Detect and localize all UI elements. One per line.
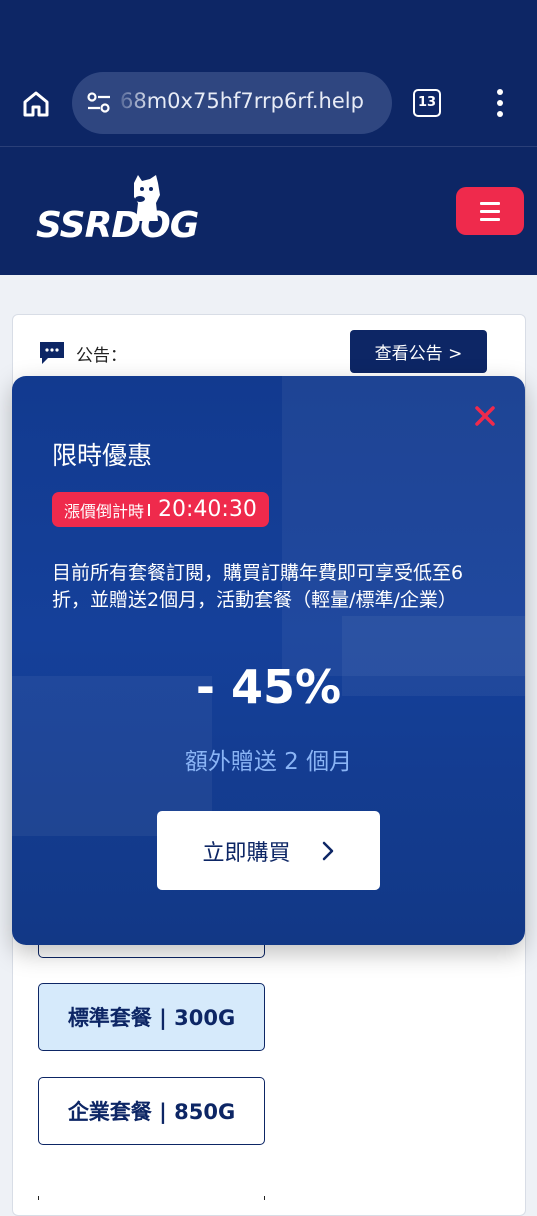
close-icon[interactable] [474,405,496,427]
notice-label: 公告： [76,346,127,366]
site-header: SSRDOG [0,146,537,275]
plan-button-standard[interactable]: 標準套餐 | 300G [38,983,265,1051]
countdown-label: 漲價倒計時 [64,501,145,521]
bonus-text: 額外贈送 2 個月 [184,749,353,775]
countdown-badge: 漲價倒計時 20:40:30 [52,492,269,527]
countdown-separator [148,503,151,516]
site-settings-icon[interactable] [86,91,112,115]
countdown-time: 20:40:30 [158,497,257,522]
tab-switcher-button[interactable]: 13 [413,89,441,117]
buy-now-label: 立即購買 [202,840,291,866]
buy-now-button[interactable]: 立即購買 [157,811,380,890]
promo-title: 限時優惠 [52,441,153,470]
discount-value: - 45% [195,660,342,714]
site-logo[interactable]: SSRDOG [36,173,216,249]
hamburger-menu-button[interactable] [456,187,524,235]
address-bar[interactable]: 68m0x75hf7rrp6rf.help [72,72,392,134]
divider [264,1196,265,1200]
chevron-right-icon [322,841,333,860]
browser-toolbar: 68m0x75hf7rrp6rf.help 13 [0,0,537,146]
menu-line [480,210,500,213]
more-options-icon[interactable] [492,88,508,118]
view-notice-button[interactable]: 查看公告 > [350,330,487,373]
divider [38,1196,39,1200]
promo-description: 目前所有套餐訂閱，購買訂購年費即可享受低至6折，並贈送2個月，活動套餐（輕量/標… [52,562,464,611]
plan-button-enterprise[interactable]: 企業套餐 | 850G [38,1077,265,1145]
logo-text: SSRDOG [36,205,199,246]
home-icon[interactable] [20,88,52,120]
url-text[interactable]: 68m0x75hf7rrp6rf.help [120,89,364,113]
url-fade [112,72,152,134]
menu-line [480,218,500,221]
chat-bubble-icon [40,342,64,364]
menu-line [480,202,500,205]
